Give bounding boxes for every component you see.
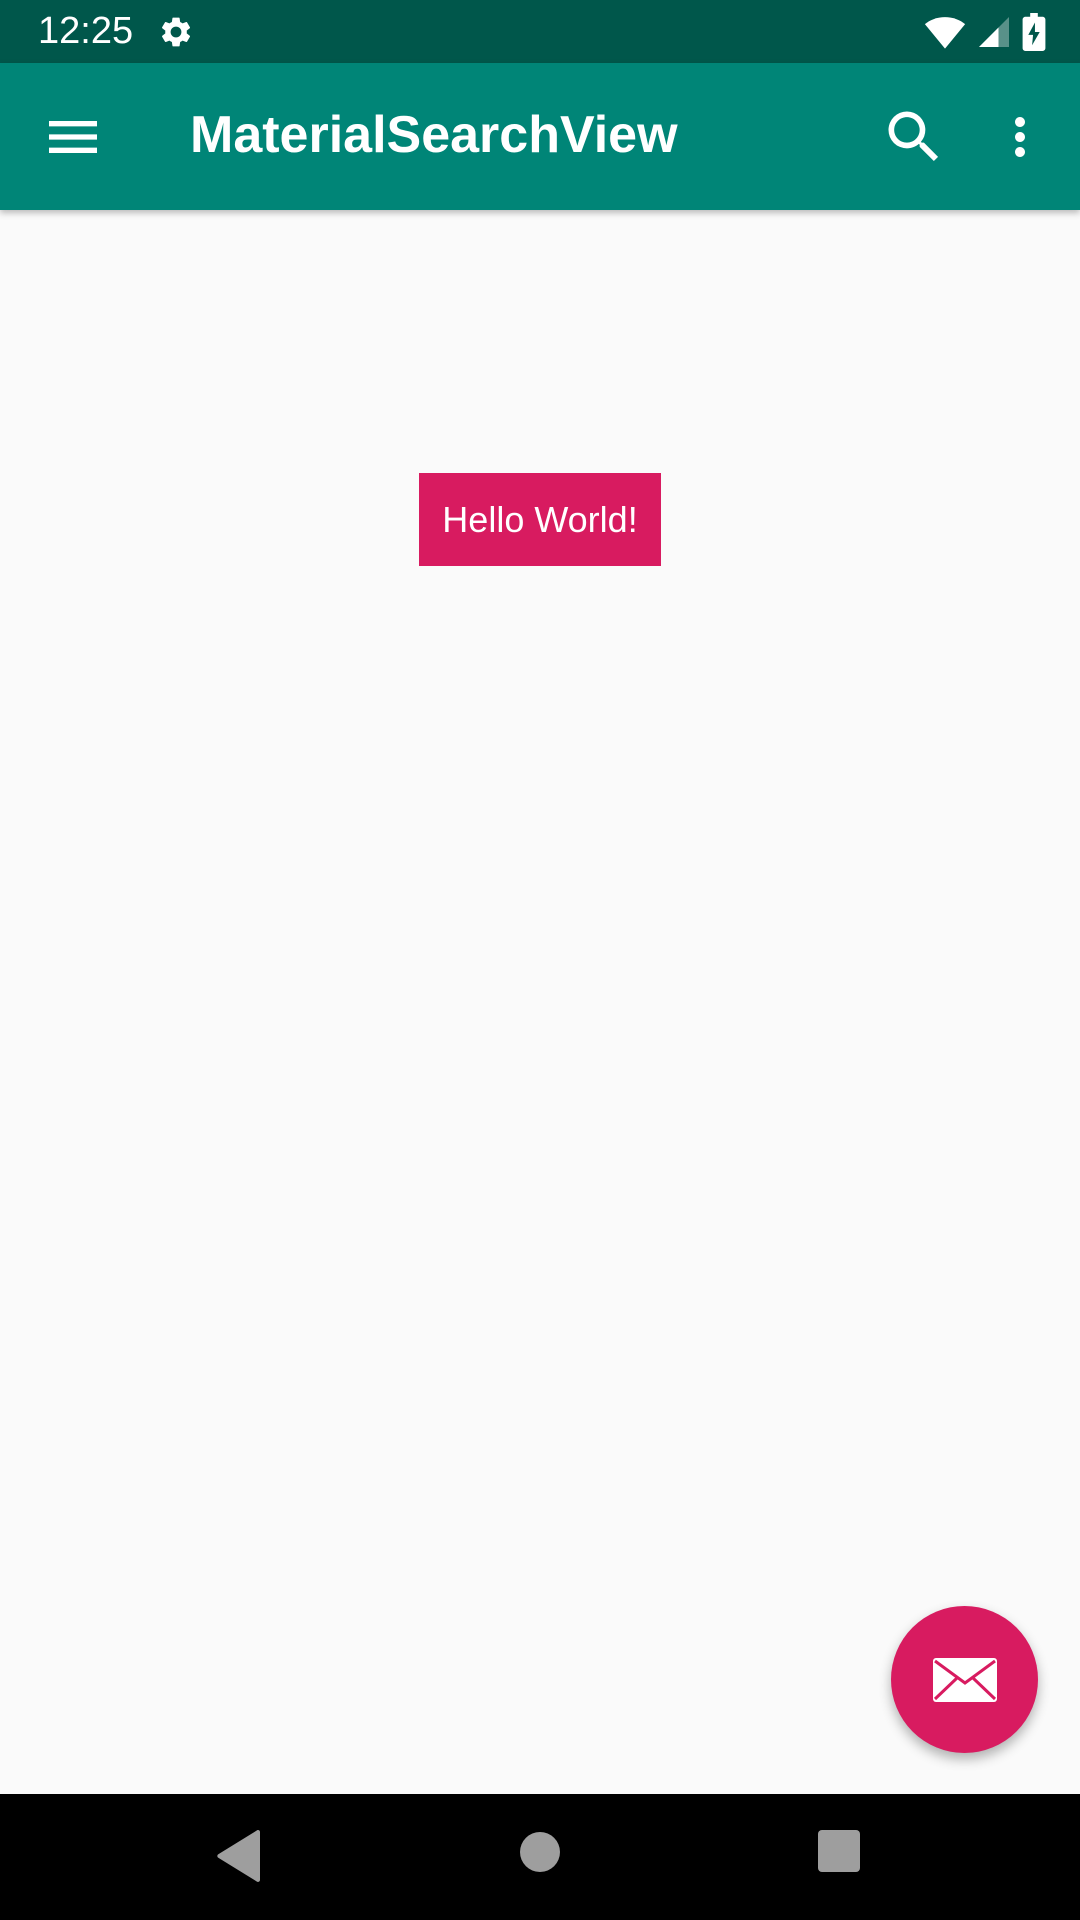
home-icon[interactable]	[520, 1832, 560, 1872]
back-icon[interactable]	[216, 1830, 262, 1882]
battery-charging-icon	[1022, 13, 1046, 51]
hello-world-text: Hello World!	[419, 473, 661, 566]
mail-fab-button[interactable]	[891, 1606, 1038, 1753]
menu-icon[interactable]	[38, 105, 108, 169]
navigation-bar	[0, 1794, 1080, 1920]
mail-icon	[932, 1657, 997, 1702]
settings-icon	[162, 17, 191, 47]
search-icon[interactable]	[880, 103, 948, 171]
screen: 12:25 MaterialSearchView Hello World!	[0, 0, 1080, 1920]
wifi-icon	[924, 17, 966, 49]
app-title: MaterialSearchView	[190, 106, 678, 164]
more-vert-icon[interactable]	[990, 103, 1050, 171]
status-time: 12:25	[38, 10, 134, 52]
status-bar: 12:25	[0, 0, 1080, 63]
app-bar: MaterialSearchView	[0, 63, 1080, 210]
recents-icon[interactable]	[818, 1830, 860, 1872]
signal-icon	[979, 17, 1009, 47]
status-icons	[924, 12, 1046, 52]
